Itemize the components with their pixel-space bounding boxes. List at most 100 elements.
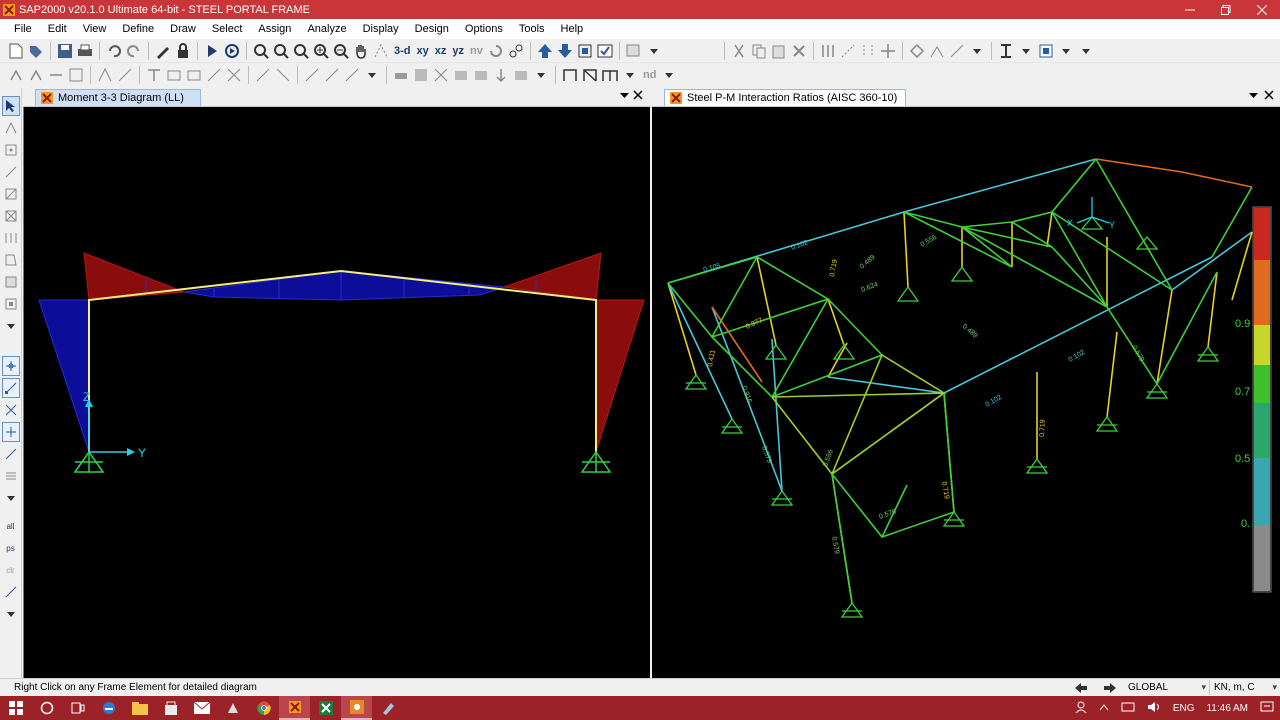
move-icon[interactable] xyxy=(878,41,898,61)
set-display-options-icon[interactable] xyxy=(595,41,615,61)
excel-icon[interactable] xyxy=(310,696,341,720)
quick-brace-icon[interactable] xyxy=(115,65,135,85)
search-icon[interactable] xyxy=(31,696,62,720)
quick-draw-brace-icon[interactable] xyxy=(2,206,20,226)
dropdown-arrow-icon[interactable] xyxy=(531,65,551,85)
nav-back-icon[interactable] xyxy=(1070,680,1092,695)
pen-app-icon[interactable] xyxy=(372,696,403,720)
coordinate-system-select[interactable]: GLOBAL ▾ xyxy=(1125,680,1210,695)
network-icon[interactable] xyxy=(1121,702,1135,715)
draw-link-icon[interactable] xyxy=(253,65,273,85)
cut-icon[interactable] xyxy=(729,41,749,61)
chevron-up-icon[interactable] xyxy=(1099,703,1109,714)
zoom-window-icon[interactable] xyxy=(251,41,271,61)
print-icon[interactable] xyxy=(75,41,95,61)
delete-icon[interactable] xyxy=(789,41,809,61)
save-icon[interactable] xyxy=(55,41,75,61)
csi-app-icon[interactable] xyxy=(341,696,372,720)
pencil-icon[interactable] xyxy=(153,41,173,61)
nd-button[interactable]: nd xyxy=(640,69,659,81)
move-up-icon[interactable] xyxy=(535,41,555,61)
menu-tools[interactable]: Tools xyxy=(511,23,553,35)
moment-diagram-canvas[interactable]: Z Y xyxy=(23,107,650,678)
redo-icon[interactable] xyxy=(124,41,144,61)
new-file-icon[interactable] xyxy=(6,41,26,61)
pane-menu-arrow-icon[interactable] xyxy=(1249,90,1258,102)
pane-menu-arrow-icon[interactable] xyxy=(620,90,629,102)
dropdown-arrow-icon[interactable] xyxy=(1056,41,1076,61)
run-analysis-icon[interactable] xyxy=(202,41,222,61)
menu-file[interactable]: File xyxy=(6,23,40,35)
people-icon[interactable] xyxy=(1075,701,1087,716)
display-frame-icon[interactable] xyxy=(1036,41,1056,61)
pane-close-icon[interactable] xyxy=(1264,90,1274,103)
menu-options[interactable]: Options xyxy=(457,23,511,35)
app-icon[interactable] xyxy=(217,696,248,720)
draw-special-joint-icon[interactable] xyxy=(26,65,46,85)
file-explorer-icon[interactable] xyxy=(124,696,155,720)
replicate-icon[interactable] xyxy=(818,41,838,61)
view-3d-button[interactable]: 3-d xyxy=(391,45,414,57)
intersecting-line-select-icon[interactable] xyxy=(2,582,20,602)
assign-frame-load-icon[interactable] xyxy=(511,65,531,85)
notification-icon[interactable] xyxy=(1260,701,1274,716)
move-down-icon[interactable] xyxy=(555,41,575,61)
assign-releases-icon[interactable] xyxy=(431,65,451,85)
snap-ends-icon[interactable] xyxy=(1,378,20,398)
dropdown-arrow-icon[interactable] xyxy=(1016,41,1036,61)
snap-intersections-icon[interactable] xyxy=(2,400,20,420)
store-icon[interactable] xyxy=(155,696,186,720)
copy-icon[interactable] xyxy=(749,41,769,61)
merge-joints-icon[interactable] xyxy=(927,41,947,61)
zoom-previous-icon[interactable] xyxy=(271,41,291,61)
quick-frame-icon[interactable] xyxy=(95,65,115,85)
undo-icon[interactable] xyxy=(104,41,124,61)
extrude-icon[interactable] xyxy=(907,41,927,61)
dropdown-arrow-icon[interactable] xyxy=(644,41,664,61)
sap2000-taskbar-icon[interactable] xyxy=(279,696,310,720)
draw-section-cut-icon[interactable] xyxy=(144,65,164,85)
draw-rect-icon[interactable] xyxy=(184,65,204,85)
menu-design[interactable]: Design xyxy=(407,23,457,35)
multi-frame-icon[interactable] xyxy=(600,65,620,85)
open-file-icon[interactable] xyxy=(26,41,46,61)
mail-icon[interactable] xyxy=(186,696,217,720)
maximize-icon[interactable] xyxy=(1208,0,1244,19)
draw-reference-icon[interactable] xyxy=(322,65,342,85)
draw-tendon-icon[interactable] xyxy=(273,65,293,85)
menu-help[interactable]: Help xyxy=(553,23,592,35)
draw-dimension-icon[interactable] xyxy=(302,65,322,85)
pane-close-icon[interactable] xyxy=(633,90,643,103)
braced-frame-icon[interactable] xyxy=(580,65,600,85)
draw-developed-icon[interactable] xyxy=(342,65,362,85)
quick-area-icon[interactable] xyxy=(2,294,20,314)
portal-frame-icon[interactable] xyxy=(560,65,580,85)
edge-browser-icon[interactable] xyxy=(93,696,124,720)
pointer-icon[interactable] xyxy=(1,96,20,116)
menu-edit[interactable]: Edit xyxy=(40,23,75,35)
draw-area-icon[interactable] xyxy=(2,250,20,270)
view-xy-button[interactable]: xy xyxy=(414,45,432,57)
draw-poly-icon[interactable] xyxy=(204,65,224,85)
minimize-icon[interactable] xyxy=(1172,0,1208,19)
rubber-band-icon[interactable] xyxy=(371,41,391,61)
assign-joint-load-icon[interactable] xyxy=(491,65,511,85)
assign-load-icon[interactable] xyxy=(451,65,471,85)
chrome-icon[interactable] xyxy=(248,696,279,720)
toolbar-options-icon[interactable] xyxy=(1076,41,1096,61)
volume-icon[interactable] xyxy=(1147,701,1161,716)
more-tools-arrow-icon[interactable] xyxy=(2,316,20,336)
interaction-ratio-canvas[interactable]: X Y 0.102 0.105 0.719 0.489 0.624 0.556 … xyxy=(652,107,1280,678)
object-shrink-icon[interactable] xyxy=(575,41,595,61)
perspective-icon[interactable] xyxy=(506,41,526,61)
menu-analyze[interactable]: Analyze xyxy=(299,23,354,35)
windows-start-icon[interactable] xyxy=(0,696,31,720)
menu-select[interactable]: Select xyxy=(204,23,251,35)
draw-cable-icon[interactable] xyxy=(66,65,86,85)
clear-selection-icon[interactable]: clr xyxy=(2,560,20,580)
menu-draw[interactable]: Draw xyxy=(162,23,204,35)
tab-moment-diagram[interactable]: Moment 3-3 Diagram (LL) xyxy=(35,89,201,106)
section-designer-icon[interactable] xyxy=(996,41,1016,61)
run-now-icon[interactable] xyxy=(222,41,242,61)
zoom-extents-icon[interactable] xyxy=(291,41,311,61)
